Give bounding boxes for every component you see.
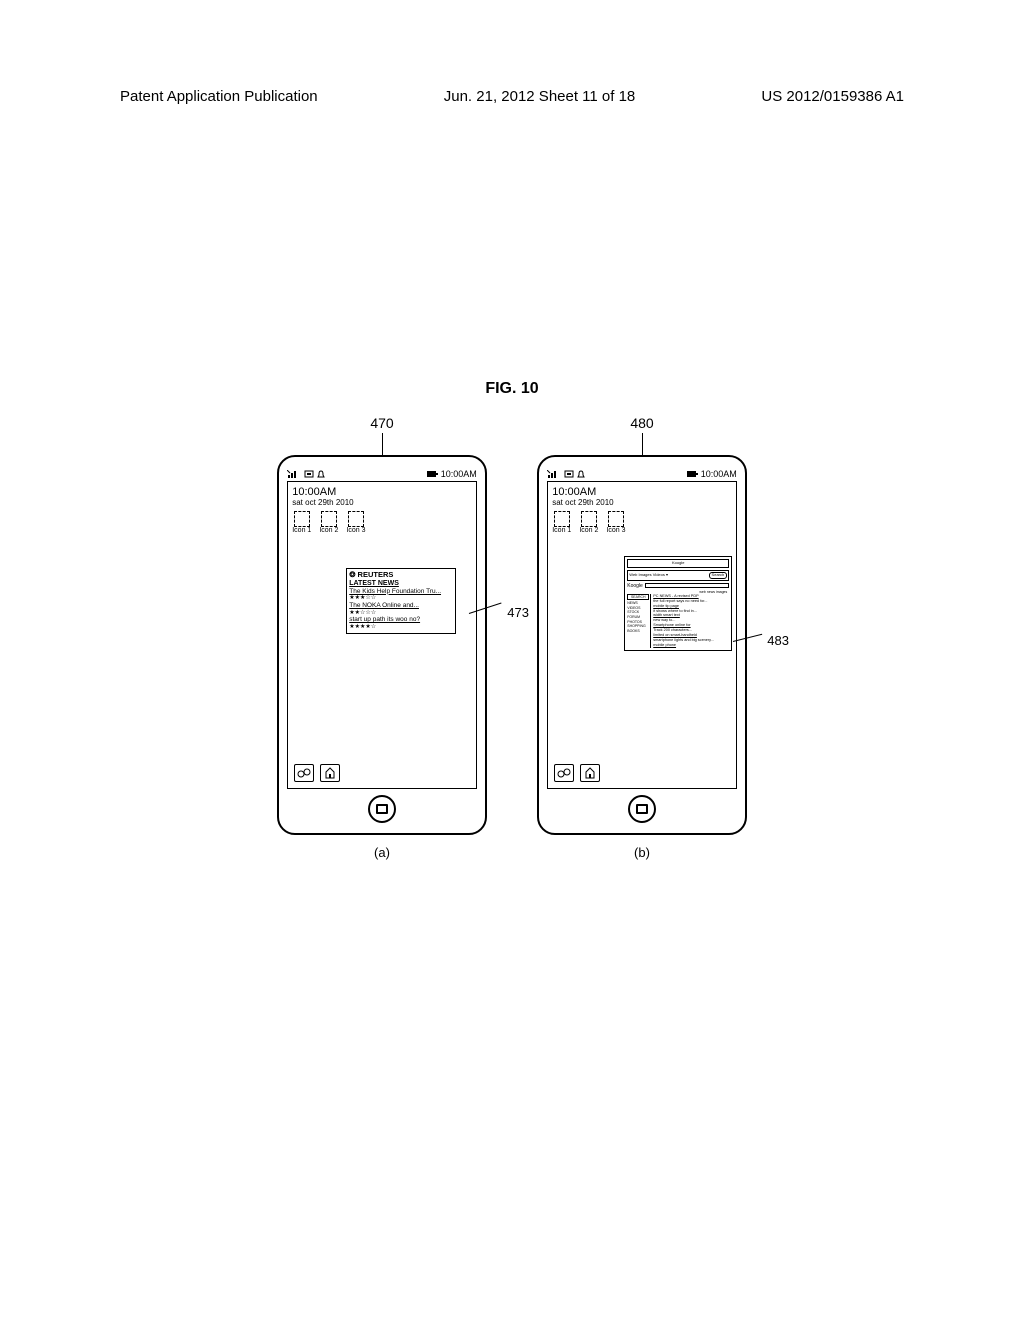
home-button[interactable] (368, 795, 396, 823)
dock (294, 764, 340, 782)
home-clock: 10:00AM (292, 486, 472, 498)
app-icon-3[interactable]: Icon 3 (606, 511, 625, 534)
status-time: 10:00AM (441, 469, 477, 479)
header-left: Patent Application Publication (120, 88, 318, 105)
bell-icon (577, 470, 585, 479)
app-icon-1[interactable]: Icon 1 (552, 511, 571, 534)
search-top-bar: Koogle (627, 559, 729, 568)
sub-label-a: (a) (374, 845, 390, 860)
header-center: Jun. 21, 2012 Sheet 11 of 18 (444, 88, 636, 105)
home-screen-b: 10:00AM sat oct 29th 2010 Icon 1 Icon 2 … (547, 481, 737, 789)
sub-label-b: (b) (634, 845, 650, 860)
app-icon-1[interactable]: Icon 1 (292, 511, 311, 534)
result-link[interactable]: mobile phone (653, 643, 729, 648)
search-brand: Koogle (627, 583, 643, 589)
lead-line-a (382, 433, 383, 455)
home-button[interactable] (628, 795, 656, 823)
signal-icon (287, 470, 301, 479)
home-clock: 10:00AM (552, 486, 732, 498)
figure-title: FIG. 10 (0, 380, 1024, 398)
callout-483: 483 (767, 633, 789, 648)
device-b: 10:00AM 10:00AM sat oct 29th 2010 Icon 1… (537, 455, 747, 835)
signal-icon (547, 470, 561, 479)
app-icon-row: Icon 1 Icon 2 Icon 3 (292, 511, 472, 534)
app-icon-2[interactable]: Icon 2 (319, 511, 338, 534)
search-results: PC NEWS - A revised PDP the full report … (651, 594, 729, 648)
app-icon-2[interactable]: Icon 2 (579, 511, 598, 534)
rss-widget[interactable]: ❂REUTERS LATEST NEWS The Kids Help Found… (346, 568, 456, 634)
widget-subtitle: LATEST NEWS (349, 580, 453, 588)
rating: ★★☆☆☆ (349, 610, 453, 617)
battery-icon (687, 470, 699, 478)
wifi-icon (564, 470, 574, 479)
rating: ★★★☆☆ (349, 595, 453, 602)
home-screen-a: 10:00AM sat oct 29th 2010 Icon 1 Icon 2 … (287, 481, 477, 789)
wifi-icon (304, 470, 314, 479)
news-item[interactable]: start up path its woo no? (349, 616, 453, 623)
dock (554, 764, 600, 782)
app-icon-row: Icon 1 Icon 2 Icon 3 (552, 511, 732, 534)
search-widget[interactable]: Koogle Web Images Videos ▾ Search Koogle… (624, 556, 732, 651)
status-bar: 10:00AM (547, 469, 737, 479)
dock-icon-1[interactable] (554, 764, 574, 782)
status-right: 10:00AM (427, 469, 477, 479)
status-time: 10:00AM (701, 469, 737, 479)
home-date: sat oct 29th 2010 (552, 498, 732, 507)
globe-icon: ❂ (349, 571, 355, 580)
battery-icon (427, 470, 439, 478)
dock-icon-2[interactable] (580, 764, 600, 782)
search-button[interactable]: Search (709, 572, 728, 579)
lead-line-b (642, 433, 643, 455)
page-header: Patent Application Publication Jun. 21, … (0, 88, 1024, 105)
header-right: US 2012/0159386 A1 (761, 88, 904, 105)
rating: ★★★★☆ (349, 624, 453, 631)
status-bar: 10:00AM (287, 469, 477, 479)
app-icon-3[interactable]: Icon 3 (346, 511, 365, 534)
status-right: 10:00AM (687, 469, 737, 479)
ref-label-b: 480 (630, 415, 653, 431)
ref-label-a: 470 (370, 415, 393, 431)
search-brand-small: Koogle (629, 561, 727, 566)
bell-icon (317, 470, 325, 479)
device-a-wrap: 470 10:00AM (277, 415, 487, 860)
search-tabs[interactable]: Web Images Videos ▾ (629, 573, 668, 578)
callout-473: 473 (507, 605, 529, 620)
dock-icon-2[interactable] (320, 764, 340, 782)
news-item[interactable]: The NOKA Online and... (349, 602, 453, 609)
dock-icon-1[interactable] (294, 764, 314, 782)
device-b-wrap: 480 10:00AM (537, 415, 747, 860)
home-date: sat oct 29th 2010 (292, 498, 472, 507)
search-left-col: SEARCH NEWS VIDEOS STOCK FORUM PHOTOS SH… (627, 594, 651, 648)
figure-area: 470 10:00AM (0, 415, 1024, 860)
search-input[interactable] (645, 583, 729, 588)
device-a: 10:00AM 10:00AM sat oct 29th 2010 Icon 1… (277, 455, 487, 835)
